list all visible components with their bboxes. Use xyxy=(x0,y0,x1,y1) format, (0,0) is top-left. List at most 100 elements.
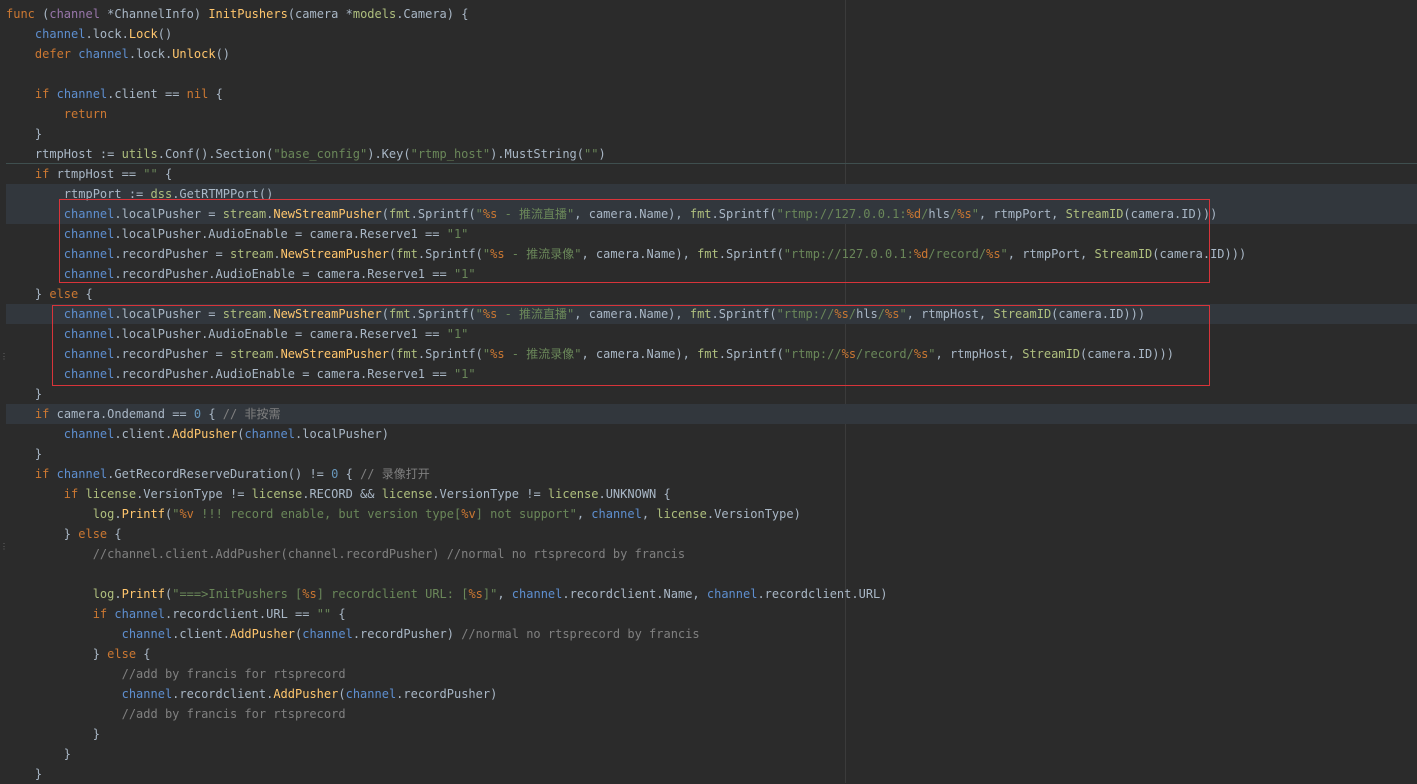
code-token-plain: ) xyxy=(193,7,209,21)
code-token-str: "===>InitPushers [ xyxy=(172,587,303,601)
code-token-call: NewStreamPusher xyxy=(280,347,389,361)
code-line[interactable] xyxy=(6,64,1417,84)
code-line[interactable]: } xyxy=(6,744,1417,764)
code-token-fmt: %d xyxy=(906,207,922,221)
code-editor[interactable]: func (channel *ChannelInfo) InitPushers(… xyxy=(0,0,1417,783)
code-line[interactable]: channel.localPusher = stream.NewStreamPu… xyxy=(6,304,1417,324)
code-token-sel: hls xyxy=(928,207,950,221)
code-token-pkg: log xyxy=(92,587,115,601)
code-token-var: channel xyxy=(49,7,108,21)
code-token-pkg: stream xyxy=(229,247,274,261)
code-line[interactable]: channel.localPusher = stream.NewStreamPu… xyxy=(6,204,1417,224)
code-token-pkg: dss xyxy=(150,187,173,201)
code-token-pkg: license xyxy=(251,487,303,501)
code-token-recv: channel xyxy=(63,267,115,281)
code-line[interactable]: channel.recordPusher.AudioEnable = camer… xyxy=(6,364,1417,384)
code-token-plain: .recordPusher = xyxy=(114,347,230,361)
code-token-plain: } xyxy=(6,767,43,781)
code-line[interactable]: channel.client.AddPusher(channel.localPu… xyxy=(6,424,1417,444)
code-line[interactable] xyxy=(6,564,1417,584)
code-token-str: " xyxy=(971,207,979,221)
code-token-plain: .recordPusher = xyxy=(114,247,230,261)
code-line[interactable]: } xyxy=(6,444,1417,464)
code-line[interactable]: rtmpPort := dss.GetRTMPPort() xyxy=(6,184,1417,204)
code-line[interactable]: if channel.GetRecordReserveDuration() !=… xyxy=(6,464,1417,484)
code-line[interactable]: channel.localPusher.AudioEnable = camera… xyxy=(6,224,1417,244)
code-line[interactable]: if channel.client == nil { xyxy=(6,84,1417,104)
code-token-plain: { xyxy=(114,527,122,541)
code-line[interactable]: } xyxy=(6,124,1417,144)
code-token-str: " xyxy=(475,207,483,221)
code-token-fmt: %s xyxy=(884,307,900,321)
code-line[interactable]: channel.recordPusher = stream.NewStreamP… xyxy=(6,344,1417,364)
code-line[interactable]: //add by francis for rtsprecord xyxy=(6,704,1417,724)
code-token-plain: ( xyxy=(381,307,389,321)
code-token-plain: rtmpHost := xyxy=(6,147,122,161)
code-token-pkg: fmt xyxy=(689,307,712,321)
code-token-fmt: %s xyxy=(482,307,498,321)
code-line[interactable]: //channel.client.AddPusher(channel.recor… xyxy=(6,544,1417,564)
code-token-plain: ).MustString( xyxy=(490,147,584,161)
code-token-com: //channel.client.AddPusher(channel.recor… xyxy=(92,547,686,561)
code-line[interactable]: } else { xyxy=(6,644,1417,664)
code-token-pkg: models xyxy=(352,7,397,21)
code-token-fmt: %v xyxy=(461,507,476,521)
code-token-recv: channel xyxy=(78,47,129,61)
code-token-plain: } xyxy=(6,747,72,761)
code-line[interactable]: return xyxy=(6,104,1417,124)
code-token-pkg: stream xyxy=(222,307,267,321)
code-token-kw: defer xyxy=(34,47,79,61)
code-line[interactable]: if rtmpHost == "" { xyxy=(6,164,1417,184)
code-token-plain: .localPusher) xyxy=(295,427,389,441)
code-token-plain: , camera.Name), xyxy=(574,207,690,221)
code-token-com: // 录像打开 xyxy=(360,467,430,481)
code-token-sel: hls xyxy=(856,307,878,321)
code-token-str: "rtmp:// xyxy=(776,307,835,321)
code-token-pkg: fmt xyxy=(388,207,411,221)
code-line[interactable]: rtmpHost := utils.Conf().Section("base_c… xyxy=(6,144,1417,164)
code-token-str: - 推流直播" xyxy=(497,307,575,321)
code-line[interactable]: func (channel *ChannelInfo) InitPushers(… xyxy=(6,4,1417,24)
code-token-com: //add by francis for rtsprecord xyxy=(121,667,346,681)
code-line[interactable]: log.Printf("%v !!! record enable, but ve… xyxy=(6,504,1417,524)
code-area[interactable]: func (channel *ChannelInfo) InitPushers(… xyxy=(6,4,1417,784)
code-token-fmt: %s xyxy=(834,307,849,321)
code-line[interactable]: channel.recordPusher = stream.NewStreamP… xyxy=(6,244,1417,264)
code-line[interactable]: } else { xyxy=(6,284,1417,304)
code-token-pkg: fmt xyxy=(396,347,418,361)
code-line[interactable]: channel.recordPusher.AudioEnable = camer… xyxy=(6,264,1417,284)
code-line[interactable]: defer channel.lock.Unlock() xyxy=(6,44,1417,64)
code-token-recv: channel xyxy=(244,427,296,441)
code-token-recv: channel xyxy=(511,587,563,601)
code-line[interactable]: if license.VersionType != license.RECORD… xyxy=(6,484,1417,504)
code-line[interactable]: } else { xyxy=(6,524,1417,544)
code-token-pkg: fmt xyxy=(697,347,719,361)
code-line[interactable]: channel.localPusher.AudioEnable = camera… xyxy=(6,324,1417,344)
code-token-str: /record/ xyxy=(928,247,987,261)
code-line[interactable]: channel.lock.Lock() xyxy=(6,24,1417,44)
code-line[interactable]: } xyxy=(6,764,1417,784)
code-line[interactable]: //add by francis for rtsprecord xyxy=(6,664,1417,684)
code-line[interactable]: if camera.Ondemand == 0 { // 非按需 xyxy=(6,404,1417,424)
code-token-plain: , xyxy=(576,507,592,521)
code-token-call: Lock xyxy=(128,27,158,41)
code-line[interactable]: log.Printf("===>InitPushers [%s] recordc… xyxy=(6,584,1417,604)
code-token-kw: else xyxy=(107,647,144,661)
code-token-fmt: %s xyxy=(490,247,505,261)
code-line[interactable]: if channel.recordclient.URL == "" { xyxy=(6,604,1417,624)
code-token-plain: .recordclient.URL == xyxy=(164,607,317,621)
code-line[interactable]: } xyxy=(6,384,1417,404)
code-line[interactable]: channel.recordclient.AddPusher(channel.r… xyxy=(6,684,1417,704)
code-token-com: // 非按需 xyxy=(222,407,281,421)
code-line[interactable]: channel.client.AddPusher(channel.recordP… xyxy=(6,624,1417,644)
code-line[interactable]: } xyxy=(6,724,1417,744)
code-token-recv: channel xyxy=(706,587,758,601)
